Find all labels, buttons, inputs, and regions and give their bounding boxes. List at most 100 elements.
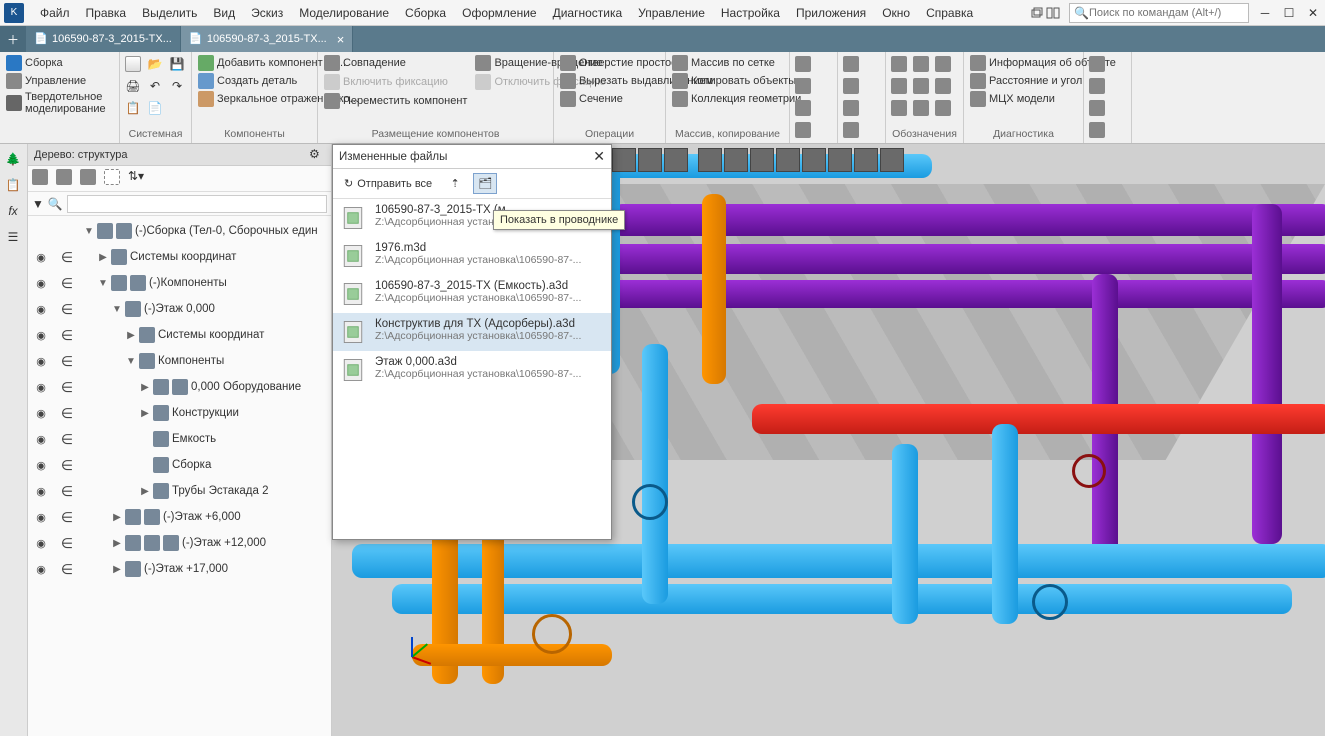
show-in-explorer-button[interactable]: 🗂	[473, 173, 497, 194]
command-search[interactable]: 🔍	[1069, 3, 1249, 23]
menu-assembly[interactable]: Сборка	[397, 2, 454, 24]
include-icon[interactable]	[61, 535, 73, 552]
expand-toggle[interactable]: ▼	[112, 304, 122, 315]
menu-window[interactable]: Окно	[874, 2, 918, 24]
draw-icon-3[interactable]	[1087, 98, 1107, 118]
include-icon[interactable]	[61, 457, 73, 474]
ribbon-hole[interactable]: Отверстие простое	[557, 54, 680, 72]
visibility-icon[interactable]	[36, 459, 46, 472]
upload-icon[interactable]: ⇡	[443, 174, 467, 193]
expand-toggle[interactable]: ▶	[98, 252, 108, 263]
tree-filter-input[interactable]	[67, 195, 327, 213]
ribbon-manage[interactable]: Управление	[3, 72, 89, 90]
vp-tool[interactable]	[612, 148, 636, 172]
print-icon[interactable]: 🖨	[123, 76, 143, 96]
close-icon[interactable]: ✕	[1305, 5, 1321, 21]
menu-sketch[interactable]: Эскиз	[243, 2, 291, 24]
tree-row[interactable]: ▶(-)Этаж +17,000	[28, 556, 331, 582]
annot-icon-6[interactable]	[933, 76, 953, 96]
menu-select[interactable]: Выделить	[134, 2, 205, 24]
tree-row[interactable]: ▼(-)Компоненты	[28, 270, 331, 296]
visibility-icon[interactable]	[36, 563, 46, 576]
dim-icon-4[interactable]	[841, 120, 861, 140]
expand-toggle[interactable]: ▶	[112, 538, 122, 549]
new-tab-button[interactable]: ＋	[0, 26, 26, 52]
visibility-icon[interactable]	[36, 433, 46, 446]
redo-icon[interactable]: ↷	[167, 76, 187, 96]
file-item[interactable]: Конструктив для ТХ (Адсорберы).a3dZ:\Адс…	[333, 313, 611, 351]
tree-tb-3[interactable]	[80, 169, 100, 189]
expand-toggle[interactable]: ▼	[84, 226, 94, 237]
ribbon-mass[interactable]: МЦХ модели	[967, 90, 1058, 108]
visibility-icon[interactable]	[36, 277, 46, 290]
ribbon-copy-obj[interactable]: Копировать объекты	[669, 72, 799, 90]
expand-toggle[interactable]: ▶	[140, 382, 150, 393]
visibility-icon[interactable]	[36, 355, 46, 368]
annot-icon-4[interactable]	[889, 76, 909, 96]
popup-close-icon[interactable]: ✕	[593, 148, 605, 165]
file-item[interactable]: Этаж 0,000.a3dZ:\Адсорбционная установка…	[333, 351, 611, 389]
vp-tool[interactable]	[828, 148, 852, 172]
annot-icon-2[interactable]	[911, 54, 931, 74]
menu-modeling[interactable]: Моделирование	[291, 2, 397, 24]
visibility-icon[interactable]	[36, 511, 46, 524]
tree-settings-icon[interactable]: ⚙	[309, 147, 325, 163]
include-icon[interactable]	[61, 249, 73, 266]
ribbon-coincide[interactable]: Совпадение	[321, 54, 470, 72]
open-icon[interactable]: 📂	[145, 54, 165, 74]
file-item[interactable]: 1976.m3dZ:\Адсорбционная установка\10659…	[333, 237, 611, 275]
ribbon-move-component[interactable]: Переместить компонент	[321, 92, 470, 110]
annot-icon-5[interactable]	[911, 76, 931, 96]
menu-format[interactable]: Оформление	[454, 2, 544, 24]
copy-icon[interactable]: 📋	[123, 98, 143, 118]
tab-close-icon[interactable]: ×	[337, 32, 345, 47]
annot-icon-1[interactable]	[889, 54, 909, 74]
ribbon-array[interactable]: Массив по сетке	[669, 54, 778, 72]
undo-icon[interactable]: ↶	[145, 76, 165, 96]
vp-tool[interactable]	[698, 148, 722, 172]
include-icon[interactable]	[61, 431, 73, 448]
vt-tree-icon[interactable]: 🌲	[2, 148, 24, 170]
include-icon[interactable]	[61, 509, 73, 526]
annot-icon-3[interactable]	[933, 54, 953, 74]
draw-icon-4[interactable]	[1087, 120, 1107, 140]
expand-toggle[interactable]: ▶	[126, 330, 136, 341]
document-tab-2[interactable]: 📄 106590-87-3_2015-TX... ×	[181, 26, 353, 52]
dim-icon-3[interactable]	[841, 98, 861, 118]
vp-tool[interactable]	[776, 148, 800, 172]
draw-icon-1[interactable]	[1087, 54, 1107, 74]
command-search-input[interactable]	[1089, 7, 1244, 19]
include-icon[interactable]	[61, 327, 73, 344]
draw-icon-2[interactable]	[1087, 76, 1107, 96]
ribbon-create-part[interactable]: Создать деталь	[195, 72, 300, 90]
annot-icon-7[interactable]	[889, 98, 909, 118]
tree-row[interactable]: ▶Системы координат	[28, 322, 331, 348]
menu-view[interactable]: Вид	[205, 2, 243, 24]
menu-help[interactable]: Справка	[918, 2, 981, 24]
refresh-button[interactable]: ↻Отправить все	[339, 174, 437, 193]
vt-props-icon[interactable]: 📋	[2, 174, 24, 196]
vt-list-icon[interactable]: ☰	[2, 226, 24, 248]
annot-icon-9[interactable]	[933, 98, 953, 118]
tree-row[interactable]: ▼(-)Этаж 0,000	[28, 296, 331, 322]
tree-row[interactable]: ▶0,000 Оборудование	[28, 374, 331, 400]
tree-row[interactable]: ▼Компоненты	[28, 348, 331, 374]
tree-row[interactable]: ▼(-)Сборка (Тел-0, Сборочных един	[28, 218, 331, 244]
dim-icon-2[interactable]	[841, 76, 861, 96]
aux-icon-2[interactable]	[793, 76, 813, 96]
expand-toggle[interactable]: ▶	[112, 512, 122, 523]
include-icon[interactable]	[61, 275, 73, 292]
window-restore-icon[interactable]	[1029, 5, 1045, 21]
ribbon-collection[interactable]: Коллекция геометрии	[669, 90, 804, 108]
visibility-icon[interactable]	[36, 381, 46, 394]
tree-row[interactable]: ▶Конструкции	[28, 400, 331, 426]
maximize-icon[interactable]: ☐	[1281, 5, 1297, 21]
new-doc-icon[interactable]	[123, 54, 143, 74]
save-icon[interactable]: 💾	[167, 54, 187, 74]
visibility-icon[interactable]	[36, 407, 46, 420]
ribbon-distance[interactable]: Расстояние и угол	[967, 72, 1085, 90]
visibility-icon[interactable]	[36, 329, 46, 342]
tree-tb-5[interactable]: ⇅▾	[128, 169, 148, 189]
annot-icon-8[interactable]	[911, 98, 931, 118]
tree-tb-1[interactable]	[32, 169, 52, 189]
